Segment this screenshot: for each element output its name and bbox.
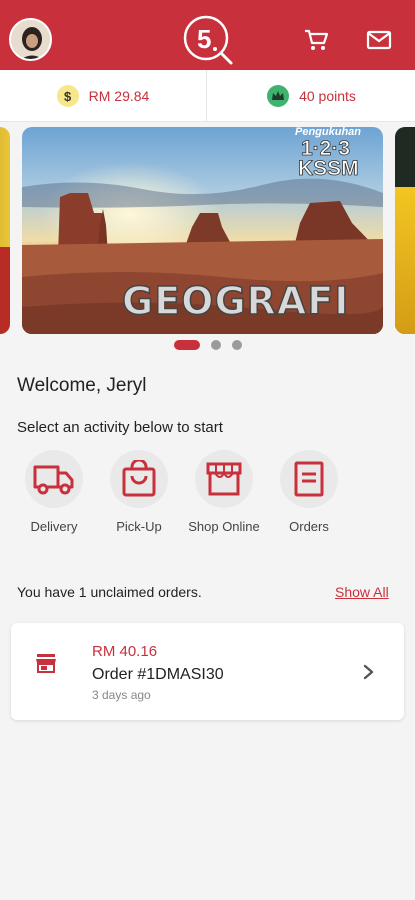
avatar[interactable]: [9, 18, 52, 61]
carousel-slide-current[interactable]: Pengukuhan 1·2·3 KSSM GEOGRAFI: [22, 127, 383, 334]
banner-title: GEOGRAFI: [121, 278, 350, 324]
shopping-bag-icon: [110, 450, 168, 508]
carousel-indicator: [0, 340, 415, 350]
store-icon: [35, 653, 57, 678]
promo-carousel[interactable]: Pengukuhan 1·2·3 KSSM GEOGRAFI: [0, 122, 415, 342]
activity-label: Pick-Up: [116, 519, 162, 534]
order-id: Order #1DMASI30: [92, 666, 224, 683]
receipt-icon: [280, 450, 338, 508]
balance-bar: $ RM 29.84 40 points: [0, 70, 415, 122]
crown-icon: [267, 85, 290, 107]
carousel-dot-active[interactable]: [174, 340, 200, 350]
activity-instruction: Select an activity below to start: [17, 419, 223, 436]
activity-label: Orders: [289, 519, 329, 534]
cart-icon[interactable]: [303, 28, 329, 52]
activity-pickup[interactable]: Pick-Up: [99, 450, 179, 534]
carousel-slide-next[interactable]: [395, 127, 415, 334]
banner-subject: KSSM: [298, 157, 359, 181]
carousel-dot[interactable]: [211, 340, 221, 350]
unclaimed-orders-message: You have 1 unclaimed orders.: [17, 584, 202, 600]
points-balance[interactable]: 40 points: [208, 70, 415, 122]
logo-text: 5: [197, 24, 211, 54]
chevron-right-icon[interactable]: [361, 663, 375, 686]
activity-shop-online[interactable]: Shop Online: [184, 450, 264, 534]
carousel-slide-prev[interactable]: [0, 127, 10, 334]
coin-icon: $: [56, 85, 79, 107]
order-amount: RM 40.16: [92, 643, 158, 660]
welcome-greeting: Welcome, Jeryl: [17, 375, 147, 396]
truck-icon: [25, 450, 83, 508]
activity-label: Delivery: [30, 519, 78, 534]
order-card[interactable]: RM 40.16 Order #1DMASI30 3 days ago: [11, 623, 404, 720]
storefront-icon: [195, 450, 253, 508]
order-time: 3 days ago: [92, 688, 151, 702]
activity-delivery[interactable]: Delivery: [14, 450, 94, 534]
show-all-link[interactable]: Show All: [335, 584, 389, 600]
brand-logo[interactable]: 5: [180, 14, 236, 66]
app-header: 5: [0, 0, 415, 70]
cash-balance-value: RM 29.84: [88, 88, 150, 104]
mail-icon[interactable]: [366, 28, 392, 52]
carousel-dot[interactable]: [232, 340, 242, 350]
cash-balance[interactable]: $ RM 29.84: [0, 70, 207, 122]
activity-orders[interactable]: Orders: [269, 450, 349, 534]
activity-label: Shop Online: [188, 519, 260, 534]
points-value: 40 points: [299, 88, 356, 104]
